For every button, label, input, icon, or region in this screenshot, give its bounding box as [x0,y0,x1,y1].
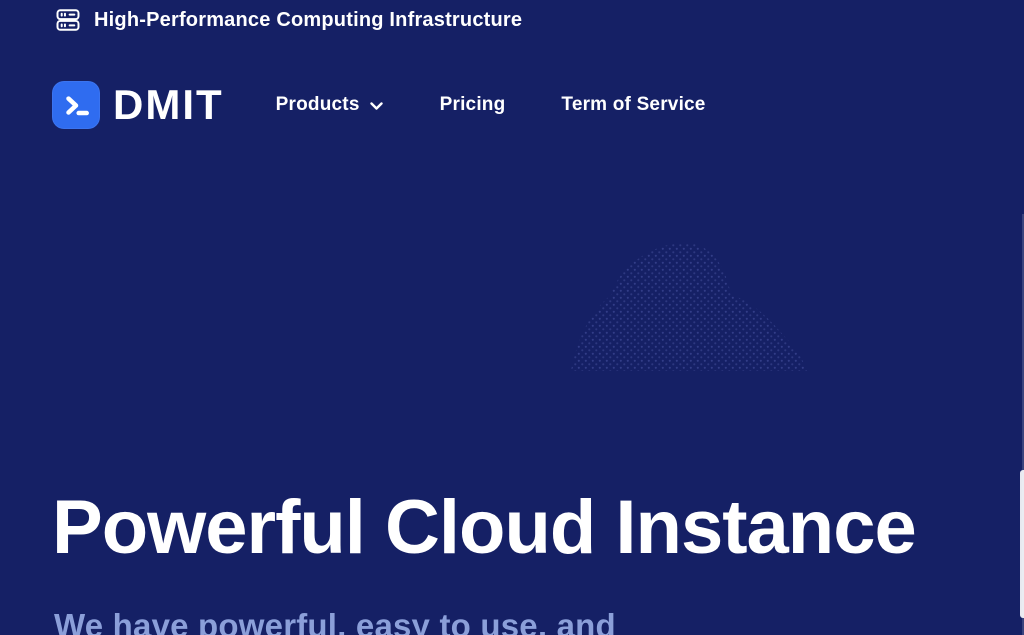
nav-terms-label: Term of Service [561,94,705,116]
logo[interactable]: DMIT [52,81,224,129]
nav-pricing-label: Pricing [440,94,506,116]
nav-products-label: Products [276,94,360,116]
chevron-down-icon [369,100,384,112]
nav-item-pricing[interactable]: Pricing [440,94,506,116]
announcement-bar: High-Performance Computing Infrastructur… [52,3,522,37]
main-nav: Products Pricing Term of Service [276,94,706,116]
logo-text: DMIT [113,84,224,126]
nav-item-term-of-service[interactable]: Term of Service [561,94,705,116]
main-header: DMIT Products Pricing Term of Service [52,81,984,129]
terminal-prompt-icon [52,81,100,129]
server-stack-icon [52,5,84,35]
scrollbar-thumb[interactable] [1020,470,1024,618]
dotted-cloud-decoration [563,233,813,373]
hero-title: Powerful Cloud Instance [52,486,916,570]
nav-item-products[interactable]: Products [276,94,384,116]
announcement-text: High-Performance Computing Infrastructur… [94,9,522,32]
hero-subtitle: We have powerful, easy to use, and [54,606,616,635]
